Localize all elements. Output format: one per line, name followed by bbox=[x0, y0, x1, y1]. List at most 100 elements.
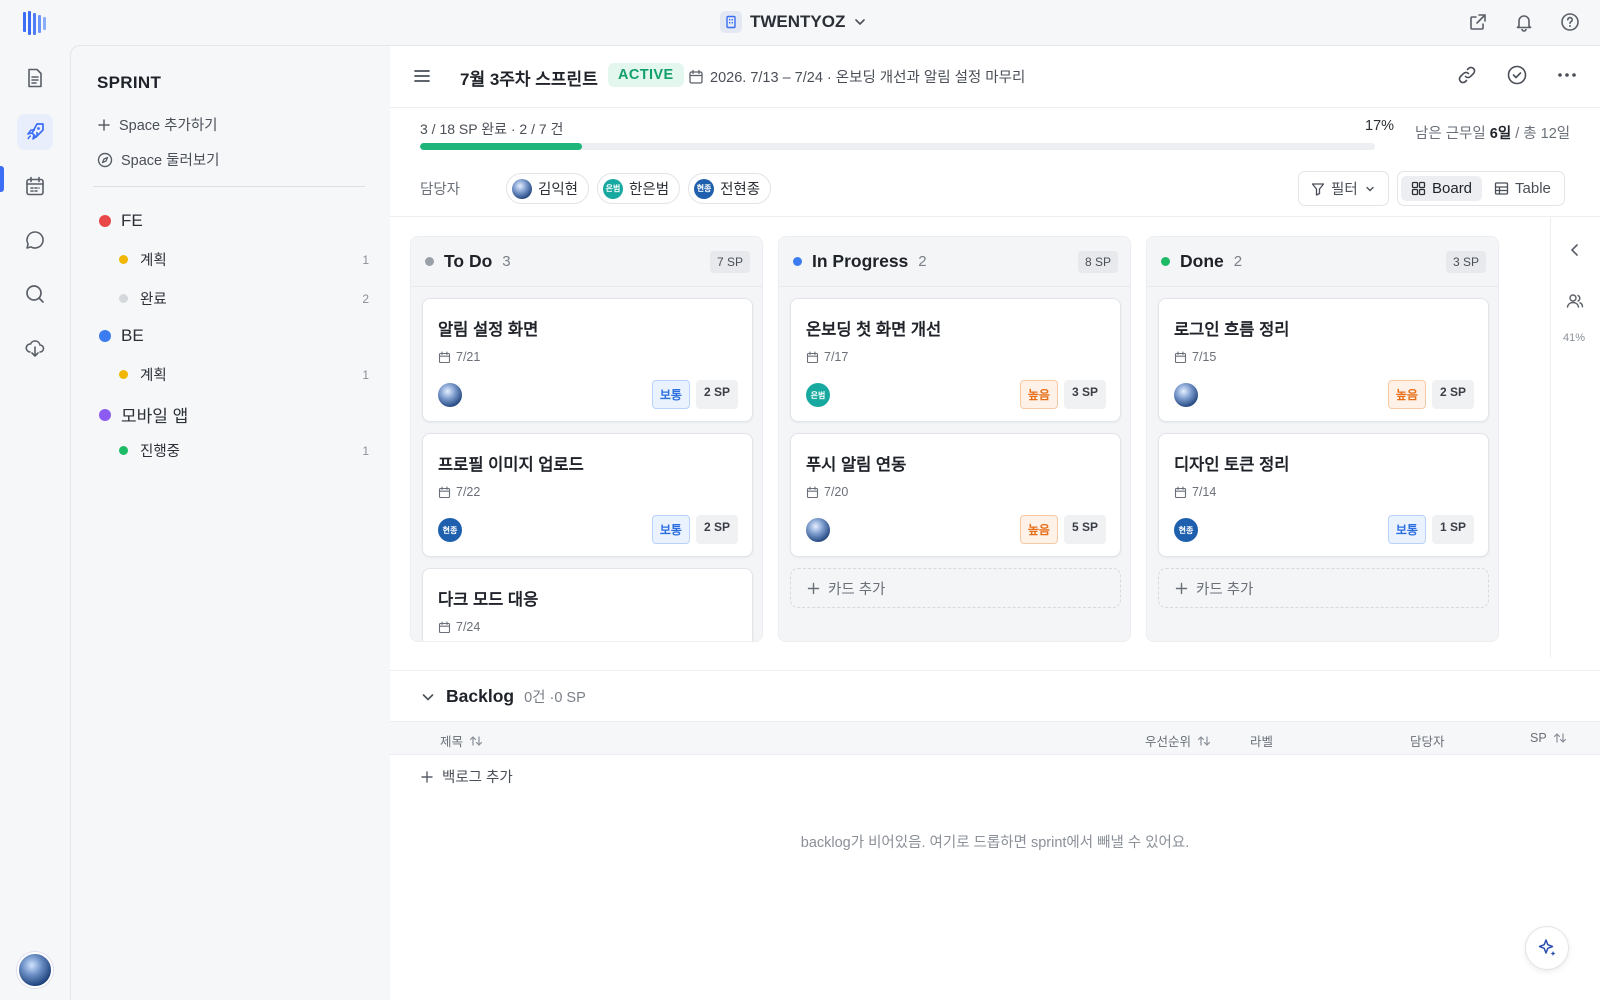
calendar-icon bbox=[806, 485, 819, 499]
status-dot bbox=[119, 446, 128, 455]
sidebar-item-label: 계획 bbox=[140, 368, 167, 384]
sidebar-title: SPRINT bbox=[97, 73, 162, 92]
avatar: 은범 bbox=[806, 383, 830, 407]
help-icon[interactable] bbox=[1558, 10, 1582, 34]
backlog-table-header: 제목 우선순위 라벨 담당자 SP bbox=[390, 721, 1600, 755]
add-backlog-button[interactable]: 백로그 추가 bbox=[420, 766, 513, 787]
avatar: 현종 bbox=[694, 178, 715, 199]
chevron-down-icon[interactable] bbox=[420, 689, 436, 705]
task-card[interactable]: 로그인 흐름 정리 7/15 높음 2 SP bbox=[1158, 298, 1489, 422]
sidebar-item-mobile-progress[interactable]: 진행중 1 bbox=[119, 440, 369, 461]
filter-button[interactable]: 필터 bbox=[1298, 171, 1389, 206]
col-sp-label: SP bbox=[1530, 731, 1547, 745]
remaining-label: 남은 근무일 bbox=[1415, 126, 1486, 142]
assignee-chip[interactable]: 현종 전현종 bbox=[688, 173, 772, 204]
column-sp: 7 SP bbox=[709, 251, 750, 273]
task-card[interactable]: 디자인 토큰 정리 7/14 현종 보통 1 SP bbox=[1158, 433, 1489, 557]
column-sp: 8 SP bbox=[1077, 251, 1118, 273]
assignee-chip[interactable]: 김익현 bbox=[506, 173, 590, 204]
task-card[interactable]: 푸시 알림 연동 7/20 높음 5 SP bbox=[790, 433, 1121, 557]
sp-badge: 3 SP bbox=[1063, 380, 1106, 409]
col-sp-header[interactable]: SP bbox=[1530, 731, 1567, 745]
col-priority-header[interactable]: 우선순위 bbox=[1145, 731, 1211, 750]
view-switcher: Board Table bbox=[1397, 171, 1565, 206]
search-icon[interactable] bbox=[17, 276, 53, 312]
table-label: Table bbox=[1515, 180, 1551, 197]
check-circle-icon[interactable] bbox=[1506, 64, 1528, 86]
card-date: 7/14 bbox=[1174, 485, 1216, 499]
document-icon[interactable] bbox=[17, 60, 53, 96]
due-date: 7/21 bbox=[456, 350, 481, 364]
sidebar-item-fe-plan[interactable]: 계획 1 bbox=[119, 249, 369, 270]
sp-badge: 2 SP bbox=[695, 380, 738, 409]
sort-icon bbox=[1197, 735, 1211, 747]
avatar bbox=[438, 383, 462, 407]
add-space-label: Space 추가하기 bbox=[119, 118, 218, 134]
column-count: 3 bbox=[502, 253, 511, 270]
column-status-dot bbox=[425, 257, 434, 266]
status-dot bbox=[119, 255, 128, 264]
chevron-left-icon[interactable] bbox=[1565, 240, 1585, 260]
calendar-icon bbox=[688, 69, 704, 85]
column-name: To Do bbox=[444, 251, 493, 271]
col-title-header[interactable]: 제목 bbox=[440, 731, 483, 750]
card-title: 푸시 알림 연동 bbox=[806, 456, 907, 474]
cloud-download-icon[interactable] bbox=[17, 330, 53, 366]
space-group-be[interactable]: BE bbox=[99, 326, 144, 346]
users-icon[interactable] bbox=[1565, 291, 1585, 311]
task-card[interactable]: 다크 모드 대응 7/24 bbox=[422, 568, 753, 641]
browse-space-label: Space 둘러보기 bbox=[121, 153, 220, 169]
link-icon[interactable] bbox=[1456, 64, 1478, 86]
sidebar-item-be-plan[interactable]: 계획 1 bbox=[119, 364, 369, 385]
priority-badge: 높음 bbox=[1387, 380, 1426, 409]
col-priority-label: 우선순위 bbox=[1145, 735, 1192, 749]
add-card-button[interactable]: 카드 추가 bbox=[790, 568, 1121, 608]
rocket-icon[interactable] bbox=[17, 114, 53, 150]
due-date: 7/20 bbox=[824, 485, 849, 499]
ai-sparkle-button[interactable] bbox=[1525, 926, 1569, 970]
app-logo-icon[interactable] bbox=[20, 8, 50, 38]
add-card-label: 카드 추가 bbox=[828, 581, 886, 598]
building-icon bbox=[720, 11, 742, 33]
sprint-header: 7월 3주차 스프린트 ACTIVE 2026. 7/13 – 7/24 · 온… bbox=[390, 46, 1600, 108]
status-badge: ACTIVE bbox=[608, 63, 684, 87]
space-group-fe[interactable]: FE bbox=[99, 211, 143, 231]
backlog-header[interactable]: Backlog 0건 ·0 SP bbox=[420, 686, 586, 707]
card-title: 온보딩 첫 화면 개선 bbox=[806, 321, 942, 339]
more-icon[interactable] bbox=[1556, 64, 1578, 86]
space-group-mobile[interactable]: 모바일 앱 bbox=[99, 402, 188, 427]
sort-icon bbox=[469, 735, 483, 747]
chat-icon[interactable] bbox=[17, 222, 53, 258]
table-icon bbox=[1494, 181, 1509, 196]
table-view-button[interactable]: Table bbox=[1484, 176, 1561, 201]
column-count: 2 bbox=[918, 253, 927, 270]
column-count: 2 bbox=[1233, 253, 1243, 270]
nav-rail bbox=[0, 45, 70, 1000]
column-header: In Progress 2 8 SP bbox=[779, 237, 1130, 287]
task-card[interactable]: 프로필 이미지 업로드 7/22 현종 보통 2 SP bbox=[422, 433, 753, 557]
user-avatar[interactable] bbox=[17, 952, 53, 988]
sidebar-item-fe-done[interactable]: 완료 2 bbox=[119, 288, 369, 309]
avatar bbox=[512, 178, 532, 199]
calendar-icon[interactable] bbox=[17, 168, 53, 204]
workspace-switcher[interactable]: TWENTYOZ bbox=[720, 11, 867, 33]
bell-icon[interactable] bbox=[1512, 10, 1536, 34]
task-card[interactable]: 온보딩 첫 화면 개선 7/17 은범 높음 3 SP bbox=[790, 298, 1121, 422]
assignee-name: 전현종 bbox=[720, 182, 761, 198]
assignee-chip[interactable]: 은범 한은범 bbox=[597, 173, 681, 204]
group-color-dot bbox=[99, 408, 111, 421]
col-assignee-header: 담당자 bbox=[1410, 731, 1445, 750]
browse-space-button[interactable]: Space 둘러보기 bbox=[97, 149, 220, 170]
board-label: Board bbox=[1432, 180, 1473, 197]
card-title: 프로필 이미지 업로드 bbox=[438, 456, 584, 474]
add-space-button[interactable]: Space 추가하기 bbox=[97, 114, 218, 135]
item-count: 1 bbox=[362, 252, 369, 267]
add-card-button[interactable]: 카드 추가 bbox=[1158, 568, 1489, 608]
column-status-dot bbox=[1161, 257, 1170, 266]
due-date: 7/15 bbox=[1192, 350, 1217, 364]
task-card[interactable]: 알림 설정 화면 7/21 보통 2 SP bbox=[422, 298, 753, 422]
menu-icon[interactable] bbox=[412, 66, 432, 86]
card-date: 7/15 bbox=[1174, 350, 1216, 364]
external-link-icon[interactable] bbox=[1466, 10, 1490, 34]
board-view-button[interactable]: Board bbox=[1401, 176, 1483, 201]
